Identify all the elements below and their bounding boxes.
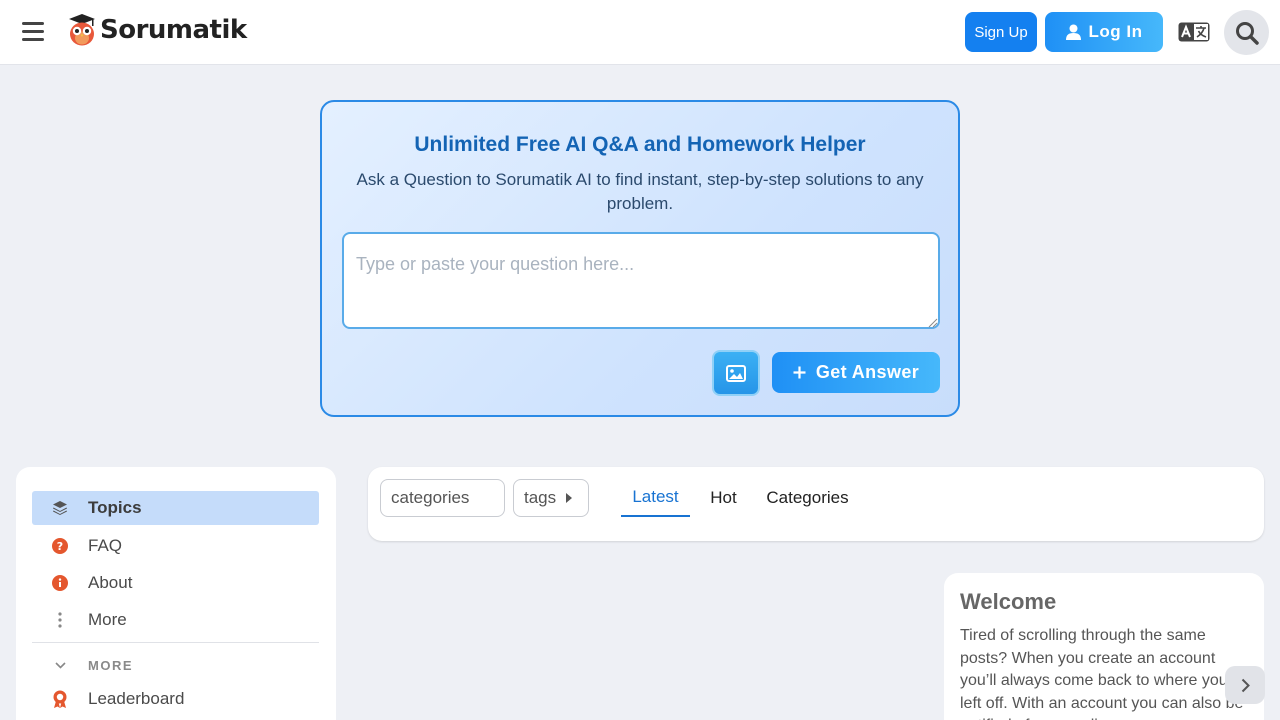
log-in-label: Log In: [1088, 22, 1143, 41]
award-icon: [32, 690, 88, 708]
chevron-down-icon: [32, 661, 88, 669]
categories-dropdown[interactable]: categories: [380, 479, 505, 517]
tab-latest[interactable]: Latest: [621, 479, 690, 517]
sidebar-item-more[interactable]: More: [32, 603, 319, 637]
user-icon: [1065, 24, 1081, 40]
layers-icon: [32, 500, 88, 516]
menu-icon[interactable]: [22, 22, 44, 42]
sidebar-more-section-toggle[interactable]: MORE: [32, 655, 319, 675]
get-answer-label: Get Answer: [815, 362, 920, 382]
owl-logo-icon: [69, 14, 95, 46]
topic-filter-bar: categories tags Latest Hot Categories: [368, 467, 1264, 541]
upload-image-button[interactable]: [712, 350, 760, 396]
sidebar-item-label: FAQ: [88, 536, 123, 555]
next-arrow-button[interactable]: [1225, 666, 1265, 704]
top-header: Sorumatik Sign Up Log In: [0, 0, 1280, 65]
vertical-dots-icon: [32, 612, 88, 628]
sidebar-item-label: Topics: [88, 498, 142, 517]
sidebar: Topics ? FAQ About More MORE Leaderboard: [16, 467, 336, 720]
brand-name: Sorumatik: [100, 15, 247, 45]
tab-categories[interactable]: Categories: [759, 479, 856, 517]
translate-icon[interactable]: [1178, 22, 1210, 42]
categories-dropdown-label: categories: [391, 488, 470, 507]
welcome-title: Welcome: [960, 589, 1057, 614]
ai-question-panel: Unlimited Free AI Q&A and Homework Helpe…: [320, 100, 960, 417]
question-circle-icon: ?: [32, 538, 88, 554]
sidebar-more-label: MORE: [88, 657, 133, 673]
sidebar-item-label: More: [88, 610, 127, 629]
chevron-right-icon: [1241, 678, 1250, 692]
hero-subtitle: Ask a Question to Sorumatik AI to find i…: [356, 170, 924, 213]
svg-text:?: ?: [57, 540, 63, 553]
sidebar-item-label: Leaderboard: [88, 689, 185, 708]
site-logo[interactable]: Sorumatik: [68, 14, 247, 46]
question-input[interactable]: [342, 232, 940, 329]
image-icon: [726, 364, 746, 382]
resize-handle-icon[interactable]: [928, 318, 938, 328]
search-button[interactable]: [1224, 10, 1269, 55]
sidebar-item-topics[interactable]: Topics: [32, 491, 319, 525]
get-answer-button[interactable]: Get Answer: [772, 352, 940, 393]
sidebar-item-leaderboard[interactable]: Leaderboard: [32, 682, 319, 716]
welcome-text: Tired of scrolling through the same post…: [960, 627, 1243, 720]
log-in-button[interactable]: Log In: [1045, 12, 1163, 52]
plus-icon: [793, 366, 806, 379]
hero-title: Unlimited Free AI Q&A and Homework Helpe…: [414, 133, 866, 156]
sidebar-item-faq[interactable]: ? FAQ: [32, 529, 319, 563]
sidebar-item-label: About: [88, 573, 133, 592]
tags-dropdown-label: tags: [524, 488, 557, 507]
tags-dropdown[interactable]: tags: [513, 479, 589, 517]
welcome-card: Welcome Tired of scrolling through the s…: [944, 573, 1264, 720]
sidebar-divider: [32, 642, 319, 643]
info-circle-icon: [32, 575, 88, 591]
caret-right-icon: [566, 493, 573, 503]
search-icon: [1235, 21, 1259, 45]
tab-hot[interactable]: Hot: [700, 479, 747, 517]
sign-up-button[interactable]: Sign Up: [965, 12, 1037, 52]
sidebar-item-about[interactable]: About: [32, 566, 319, 600]
